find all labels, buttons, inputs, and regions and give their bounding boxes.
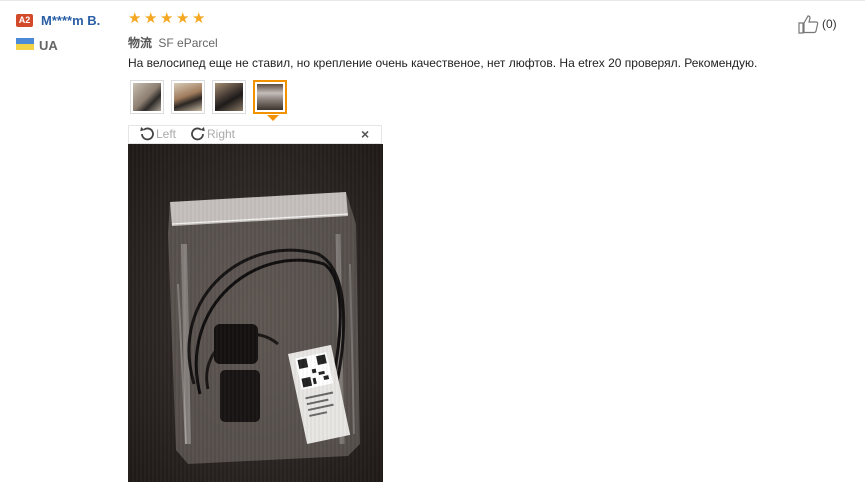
active-thumbnail-caret	[267, 115, 279, 121]
level-badge: A2	[16, 14, 33, 27]
shipping-label: 物流	[128, 36, 153, 50]
star-icon: ★	[192, 10, 206, 27]
rotate-right-button[interactable]: Right	[189, 125, 235, 143]
star-icon: ★	[144, 10, 158, 27]
rotate-left-label: Left	[156, 127, 177, 141]
star-rating: ★ ★ ★ ★ ★	[128, 11, 207, 26]
ukraine-flag-icon	[16, 38, 34, 50]
reviewer-country: UA	[39, 38, 58, 53]
review-thumbnail-active[interactable]	[253, 80, 287, 114]
shipping-carrier: SF eParcel	[158, 36, 218, 50]
helpful-button[interactable]: (0)	[798, 14, 837, 34]
rotate-left-button[interactable]: Left	[138, 125, 176, 143]
star-icon: ★	[160, 10, 174, 27]
review-thumbnail[interactable]	[171, 80, 205, 114]
rotate-right-label: Right	[207, 127, 236, 141]
star-icon: ★	[128, 10, 142, 27]
close-viewer-button[interactable]: ×	[361, 126, 369, 142]
image-viewer-toolbar: Left Right ×	[128, 125, 382, 144]
reviewer-name: M****m B.	[41, 13, 101, 28]
star-icon: ★	[176, 10, 190, 27]
rotate-right-icon	[191, 127, 205, 141]
top-divider	[0, 0, 865, 1]
thumbs-up-icon	[798, 15, 819, 34]
review-photo	[128, 144, 383, 482]
helpful-count: (0)	[822, 17, 837, 31]
review-text: На велосипед еще не ставил, но крепление…	[128, 56, 758, 70]
review-thumbnails	[130, 80, 294, 114]
review-thumbnail[interactable]	[130, 80, 164, 114]
shipping-info: 物流 SF eParcel	[128, 34, 218, 51]
review-thumbnail[interactable]	[212, 80, 246, 114]
rotate-left-icon	[140, 127, 154, 141]
